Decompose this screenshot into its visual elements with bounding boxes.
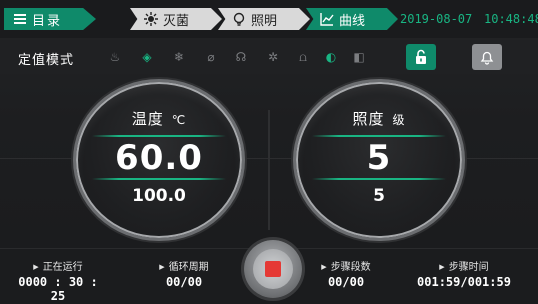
bell-icon [480,51,494,65]
separator-line [462,158,538,159]
mode-label: 定值模式 [18,53,75,68]
dehumidify-icon: ⌀ [207,50,215,64]
temperature-unit: ℃ [171,113,187,127]
stop-button[interactable] [244,240,302,298]
illumination-title-row: 照度级 [296,108,462,129]
time-display: 10:48:48 [484,12,538,26]
tab-sterilize-label: 灭菌 [163,13,190,29]
running-time-label: 正在运行 [8,258,108,273]
defrost-icon: ✲ [267,50,279,64]
heater-icon: ♨ [109,50,121,64]
menu-button[interactable]: 目录 [4,8,96,30]
temperature-value: 60.0 [115,138,203,178]
illumination-title: 照度 [352,110,385,128]
door-icon: ◧ [353,50,365,64]
illumination-unit: 级 [392,113,406,127]
bulb-icon [233,12,245,26]
lock-button[interactable] [406,44,436,70]
humidify-icon: ◈ [142,50,152,64]
water-drop-icon: ◐ [325,50,337,64]
separator-line [0,158,76,159]
cool-icon: ❄ [173,50,185,64]
stop-button-face [253,249,293,289]
cycle-label: 循环周期 [134,258,234,273]
illumination-value: 5 [366,138,392,178]
screen: 目录 灭菌 照明 曲线 2019-08-07 10:48:48 定值模式 ♨ ◈… [0,0,538,304]
chart-line-icon [320,13,334,26]
temperature-title: 温度 [131,110,164,128]
alarm-button[interactable] [472,44,502,70]
unlock-icon [416,49,426,64]
temperature-setpoint[interactable]: 100.0 [76,186,242,206]
stop-icon [265,261,281,277]
heat-element-icon: ⩍ [299,50,307,64]
cycle-stat: 循环周期 00/00 [134,258,234,289]
step-value: 00/00 [327,275,365,289]
tab-sterilize[interactable]: 灭菌 [130,8,222,30]
illumination-setpoint[interactable]: 5 [296,186,462,206]
step-time-value: 001:59/001:59 [417,275,511,289]
list-icon [14,14,26,24]
step-time-label: 步骤时间 [414,258,514,273]
tab-lighting-label: 照明 [251,13,278,29]
temperature-title-row: 温度 ℃ [76,108,242,129]
accent-line [312,178,446,180]
running-time-value: 0000 : 30 : 25 [18,275,98,303]
illumination-gauge[interactable]: 照度级 5 5 [296,82,462,238]
step-time-stat: 步骤时间 001:59/001:59 [414,258,514,289]
top-bar: 目录 灭菌 照明 曲线 2019-08-07 10:48:48 [0,0,538,38]
fan-icon: ☊ [235,50,247,64]
cycle-value: 00/00 [165,275,203,289]
date-display: 2019-08-07 [400,12,473,26]
tab-curve[interactable]: 曲线 [306,8,398,30]
center-divider [268,110,270,230]
step-label: 步骤段数 [296,258,396,273]
accent-line [92,135,226,137]
menu-label: 目录 [32,13,63,29]
step-stat: 步骤段数 00/00 [296,258,396,289]
tab-curve-label: 曲线 [339,13,366,29]
accent-line [92,178,226,180]
accent-line [312,135,446,137]
sterilize-icon [144,12,158,26]
tab-lighting[interactable]: 照明 [218,8,310,30]
temperature-gauge[interactable]: 温度 ℃ 60.0 100.0 [76,82,242,238]
running-time-stat: 正在运行 0000 : 30 : 25 [8,258,108,303]
